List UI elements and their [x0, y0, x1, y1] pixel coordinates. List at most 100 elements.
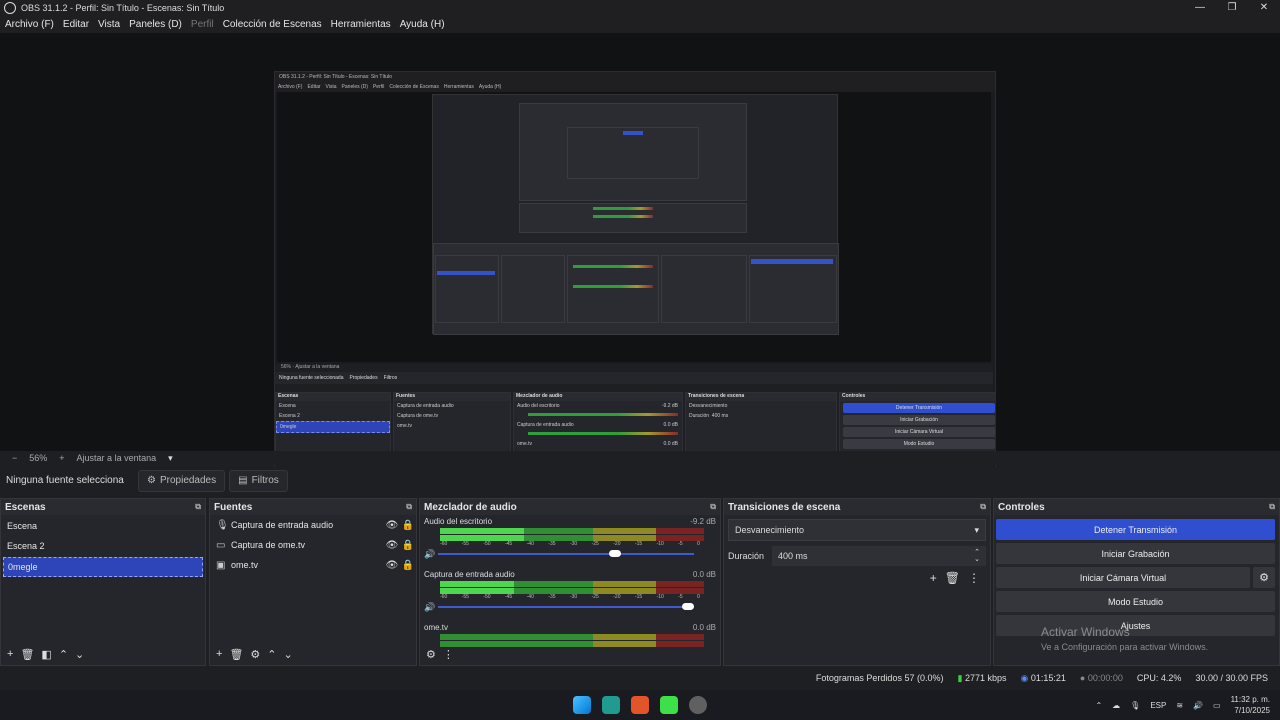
- studio-mode-button[interactable]: Modo Estudio: [996, 591, 1275, 612]
- speaker-icon[interactable]: 🔊: [424, 549, 438, 560]
- battery-icon[interactable]: ▭: [1213, 701, 1221, 710]
- menu-coleccion-escenas[interactable]: Colección de Escenas: [218, 19, 326, 30]
- preview-area[interactable]: OBS 31.1.2 - Perfil: Sin Título - Escena…: [0, 33, 1280, 480]
- watermark-subtitle: Ve a Configuración para activar Windows.: [1041, 642, 1209, 652]
- source-item[interactable]: ▣ ome.tv 👁 🔒: [210, 555, 416, 575]
- fps: 30.00 / 30.00 FPS: [1195, 673, 1268, 683]
- zoom-in-button[interactable]: +: [59, 453, 64, 463]
- minimize-button[interactable]: —: [1184, 0, 1216, 15]
- start-recording-button[interactable]: Iniciar Grabación: [996, 543, 1275, 564]
- audio-mixer-dock: Mezclador de audio ⧉ Audio del escritori…: [419, 498, 721, 666]
- dropped-frames: Fotogramas Perdidos 57 (0.0%): [815, 673, 944, 683]
- close-button[interactable]: ✕: [1248, 0, 1280, 15]
- volume-icon[interactable]: 🔊: [1193, 701, 1203, 710]
- fit-to-window-label[interactable]: Ajustar a la ventana: [77, 453, 157, 463]
- brave-icon[interactable]: [631, 696, 649, 714]
- chevron-up-icon[interactable]: ⌃: [59, 648, 68, 661]
- scale-tick: -15: [634, 541, 643, 547]
- filters-button[interactable]: ▤ Filtros: [229, 469, 288, 492]
- volume-knob[interactable]: [682, 603, 694, 610]
- network-status-icon[interactable]: ☁: [1112, 701, 1120, 710]
- source-item[interactable]: 🎙 Captura de entrada audio 👁 🔒: [210, 515, 416, 535]
- scene-item[interactable]: Escena: [3, 517, 203, 535]
- zoom-out-button[interactable]: −: [12, 453, 17, 463]
- add-source-icon[interactable]: +: [216, 648, 222, 660]
- filter-icon[interactable]: ◧: [41, 648, 51, 661]
- add-scene-icon[interactable]: +: [7, 648, 13, 660]
- speaker-icon[interactable]: 🔊: [424, 602, 438, 613]
- stop-stream-button[interactable]: Detener Transmisión: [996, 519, 1275, 540]
- gear-icon[interactable]: ⚙: [250, 648, 260, 661]
- lock-icon[interactable]: 🔒: [400, 560, 416, 571]
- chevron-up-icon[interactable]: ⌃: [267, 648, 276, 661]
- transition-select[interactable]: Desvanecimiento ▾: [728, 519, 986, 541]
- scale-tick: -30: [569, 541, 578, 547]
- trash-icon[interactable]: 🗑: [945, 571, 960, 585]
- add-transition-icon[interactable]: +: [930, 571, 937, 585]
- undock-icon[interactable]: ⧉: [980, 502, 986, 512]
- meter-scale: -60 -55 -50 -45 -40 -35 -30 -25 -20 -15 -10 -5 0: [440, 594, 700, 601]
- duration-row: Duración 400 ms ⌃ ⌄: [728, 545, 986, 567]
- scene-item-selected[interactable]: 0megle: [3, 557, 203, 577]
- source-item[interactable]: ▭ Captura de ome.tv 👁 🔒: [210, 535, 416, 555]
- language-indicator[interactable]: ESP: [1150, 701, 1166, 710]
- mixer-settings-icon[interactable]: ⚙: [426, 648, 436, 661]
- scene-item[interactable]: Escena 2: [3, 537, 203, 555]
- undock-icon[interactable]: ⧉: [195, 502, 201, 512]
- source-name: Captura de entrada audio: [231, 520, 334, 530]
- volume-slider[interactable]: [438, 550, 694, 557]
- wifi-icon[interactable]: ≋: [1176, 701, 1183, 710]
- chevron-up-icon[interactable]: ⌃: [1095, 701, 1102, 710]
- transition-toolbar: + 🗑 ⋮: [724, 567, 990, 589]
- menu-paneles[interactable]: Paneles (D): [124, 19, 186, 30]
- properties-button[interactable]: ⚙ Propiedades: [138, 469, 226, 492]
- volume-knob[interactable]: [609, 550, 621, 557]
- undock-icon[interactable]: ⧉: [1269, 502, 1275, 512]
- chevron-down-icon[interactable]: ⌄: [75, 648, 84, 661]
- edge-icon[interactable]: [602, 696, 620, 714]
- eye-icon[interactable]: 👁: [384, 520, 400, 531]
- duration-spinbox[interactable]: 400 ms ⌃ ⌄: [772, 546, 986, 566]
- start-virtual-cam-button[interactable]: Iniciar Cámara Virtual: [996, 567, 1250, 588]
- properties-label: Propiedades: [159, 475, 217, 486]
- razer-icon[interactable]: [660, 696, 678, 714]
- system-tray: ⌃ ☁ 🎙 ESP ≋ 🔊 ▭ 11:32 p. m. 7/10/2025: [1095, 690, 1270, 720]
- channel-name: Audio del escritorio: [424, 516, 493, 526]
- microphone-icon[interactable]: 🎙: [1130, 701, 1140, 710]
- transitions-dock: Transiciones de escena ⧉ Desvanecimiento…: [723, 498, 991, 666]
- windows-start-icon[interactable]: [573, 696, 591, 714]
- scale-tick: -50: [483, 594, 491, 600]
- eye-icon[interactable]: 👁: [384, 540, 400, 551]
- maximize-button[interactable]: ❐: [1216, 0, 1248, 15]
- more-menu-icon[interactable]: ⋮: [968, 571, 980, 585]
- gear-icon[interactable]: ⚙: [1253, 567, 1275, 588]
- trash-icon[interactable]: 🗑: [229, 648, 243, 661]
- controls-title: Controles: [998, 501, 1045, 513]
- undock-icon[interactable]: ⧉: [406, 502, 412, 512]
- menu-vista[interactable]: Vista: [93, 19, 124, 30]
- preview-canvas[interactable]: OBS 31.1.2 - Perfil: Sin Título - Escena…: [274, 71, 996, 480]
- scale-tick: -10: [656, 594, 664, 600]
- eye-icon[interactable]: 👁: [384, 560, 400, 571]
- lock-icon[interactable]: 🔒: [400, 520, 416, 531]
- clock[interactable]: 11:32 p. m. 7/10/2025: [1231, 694, 1270, 716]
- undock-icon[interactable]: ⧉: [710, 502, 716, 512]
- menu-perfil[interactable]: Perfil: [186, 19, 218, 30]
- menu-archivo[interactable]: Archivo (F): [0, 19, 58, 30]
- menu-herramientas[interactable]: Herramientas: [326, 19, 395, 30]
- obs-icon[interactable]: [689, 696, 707, 714]
- scale-tick: -50: [483, 541, 491, 547]
- chevron-down-icon[interactable]: ⌄: [284, 648, 293, 661]
- zoom-dropdown-icon[interactable]: ▾: [168, 453, 173, 464]
- mixer-channel: Captura de entrada audio 0.0 dB -60 -55 -5…: [420, 568, 720, 621]
- menu-ayuda[interactable]: Ayuda (H): [395, 19, 449, 30]
- nested-title: OBS 31.1.2 - Perfil: Sin Título - Escena…: [275, 72, 995, 82]
- mixer-toolbar: ⚙ ⋮: [420, 645, 720, 663]
- volume-slider[interactable]: [438, 603, 694, 610]
- more-menu-icon[interactable]: ⋮: [443, 648, 454, 661]
- spin-arrows-icon[interactable]: ⌃ ⌄: [974, 549, 980, 563]
- nested-menu: Archivo (F) Editar Vista Paneles (D) Perfil C…: [275, 82, 995, 92]
- trash-icon[interactable]: 🗑: [20, 648, 34, 661]
- menu-editar[interactable]: Editar: [58, 19, 93, 30]
- lock-icon[interactable]: 🔒: [400, 540, 416, 551]
